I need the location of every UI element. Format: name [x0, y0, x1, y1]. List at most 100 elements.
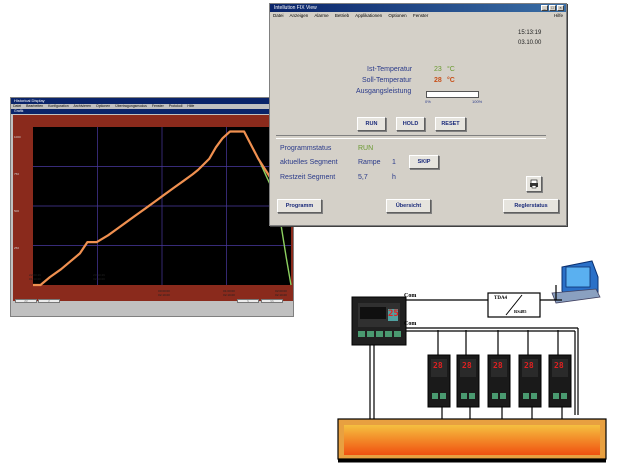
pc-icon [551, 260, 601, 304]
slave-controller-key [553, 393, 559, 399]
restzeit-unit: h [392, 174, 396, 181]
slave-controller-key [523, 393, 529, 399]
furnace [337, 418, 607, 463]
x-tick-label: 22:00:49 01.10.00 [23, 273, 47, 281]
run-button[interactable]: RUN [357, 117, 386, 131]
trend-chart: 1000 750 500 250 [13, 115, 293, 301]
segment-type: Rampe [358, 159, 381, 166]
segment-label: aktuelles Segment [280, 159, 338, 166]
fdi-menu-applikationen[interactable]: Applikationen [355, 13, 382, 18]
ist-temperatur-unit: °C [447, 66, 455, 73]
slave-display-value: 28 [462, 361, 472, 370]
menu-uebertragungsmodus[interactable]: Übertragungsmodus [115, 104, 147, 108]
menu-protokoll[interactable]: Protokoll [169, 104, 183, 108]
trend-chart-svg [33, 127, 292, 287]
master-controller [351, 296, 407, 346]
fdi-menu-alarme[interactable]: Alarme [314, 13, 328, 18]
fdi-time: 15:13:19 [518, 30, 542, 36]
ist-temperatur-value: 23 [434, 66, 442, 73]
slave-display-value: 28 [433, 361, 443, 370]
x-tick-date: 02.10.00 [93, 276, 105, 281]
converter-label-1: TDA4 [494, 296, 508, 301]
programm-button[interactable]: Programm [277, 199, 322, 213]
system-diagram: Com Com TDA4 RS485 25 28 28 28 28 28 [330, 255, 619, 464]
slave-display-value: 28 [524, 361, 534, 370]
x-tick-label: 00:00:00 02.10.00 [152, 289, 176, 297]
fdi-menu-fenster[interactable]: Fenster [413, 13, 428, 18]
historical-subtitle-bar: Grafik [11, 109, 293, 114]
slave-controller-key [432, 393, 438, 399]
y-tick-label: 1000 [14, 135, 21, 139]
skip-button[interactable]: SKIP [409, 155, 439, 169]
scroll-prev-button[interactable]: < [38, 299, 60, 303]
x-tick-label: 01:00:00 02.10.00 [217, 289, 241, 297]
print-button[interactable] [526, 176, 542, 192]
maximize-icon[interactable]: □ [549, 5, 556, 11]
slave-display-value: 28 [554, 361, 564, 370]
menu-optionen[interactable]: Optionen [96, 104, 110, 108]
y-tick-label: 750 [14, 172, 20, 176]
segment-number: 1 [392, 159, 396, 166]
uebersicht-button[interactable]: Übersicht [386, 199, 431, 213]
reset-button[interactable]: RESET [435, 117, 466, 131]
soll-temperatur-label: Soll-Temperatur [362, 77, 412, 84]
slave-controller-key [492, 393, 498, 399]
minimize-icon[interactable]: _ [541, 5, 548, 11]
restzeit-label: Restzeit Segment [280, 174, 336, 181]
slave-controller-key [461, 393, 467, 399]
y-tick-label: 250 [14, 246, 20, 250]
output-max-label: 100% [472, 99, 483, 104]
menu-bearbeiten[interactable]: Bearbeiten [26, 104, 43, 108]
x-tick-date: 02.10.00 [158, 292, 170, 297]
fdi-menu-bar: Datei Anzeigen Alarme Betrieb Applikatio… [270, 12, 566, 19]
slave-controller-key [469, 393, 475, 399]
close-icon[interactable]: × [557, 5, 564, 11]
fdi-title: Intellution FIX View [274, 5, 317, 11]
menu-archivieren[interactable]: Archivieren [74, 104, 92, 108]
reglerstatus-button[interactable]: Reglerstatus [503, 199, 559, 213]
x-tick-date: 01.10.00 [29, 276, 41, 281]
scroll-next-button[interactable]: > [237, 299, 259, 303]
window-controls: _ □ × [541, 5, 564, 11]
menu-konfiguration[interactable]: Konfiguration [48, 104, 69, 108]
hold-button[interactable]: HOLD [396, 117, 425, 131]
historical-display-window: Historical Display Datei Bearbeiten Konf… [10, 97, 294, 317]
slave-display-value: 28 [493, 361, 503, 370]
scroll-first-button[interactable]: << [15, 299, 37, 303]
ist-temperatur-label: Ist-Temperatur [367, 66, 413, 73]
fdi-menu-anzeigen[interactable]: Anzeigen [290, 13, 309, 18]
soll-temperatur-value: 28 [434, 77, 442, 84]
fdi-title-bar[interactable]: Intellution FIX View _ □ × [270, 4, 566, 12]
menu-hilfe[interactable]: Hilfe [187, 104, 194, 108]
printer-icon [530, 179, 538, 189]
fdi-menu-hilfe[interactable]: Hilfe [554, 12, 563, 19]
menu-fenster[interactable]: Fenster [152, 104, 164, 108]
fdi-menu-optionen[interactable]: Optionen [388, 13, 406, 18]
x-tick-date: 02.10.00 [223, 292, 235, 297]
fdi-divider [276, 135, 546, 139]
x-tick-label: 02:00:00 02.10.00 [269, 289, 293, 297]
slave-controller-key [531, 393, 537, 399]
menu-datei[interactable]: Datei [13, 104, 21, 108]
master-display-value: 25 [388, 309, 399, 319]
slave-controller-key [561, 393, 567, 399]
ausgangsleistung-label: Ausgangsleistung [356, 88, 412, 95]
programmstatus-value: RUN [358, 145, 374, 152]
slave-controller-key [440, 393, 446, 399]
output-progress-bar [426, 91, 479, 98]
system-diagram-svg [337, 260, 607, 463]
fdi-date: 03.10.00 [518, 40, 542, 46]
historical-subtitle: Grafik [14, 109, 24, 113]
y-tick-label: 500 [14, 209, 20, 213]
scroll-last-button[interactable]: >> [261, 299, 283, 303]
restzeit-value: 5,7 [358, 174, 368, 181]
x-tick-date: 02.10.00 [275, 292, 287, 297]
output-min-label: 0% [425, 99, 431, 104]
historical-title: Historical Display [14, 98, 45, 103]
soll-temperatur-unit: °C [447, 77, 455, 84]
slave-controller-key [500, 393, 506, 399]
fdi-menu-betrieb[interactable]: Betrieb [335, 13, 349, 18]
fdi-menu-datei[interactable]: Datei [273, 13, 284, 18]
fdi-view-window: Intellution FIX View _ □ × Datei Anzeige… [269, 3, 567, 226]
converter-label-2: RS485 [514, 309, 527, 314]
